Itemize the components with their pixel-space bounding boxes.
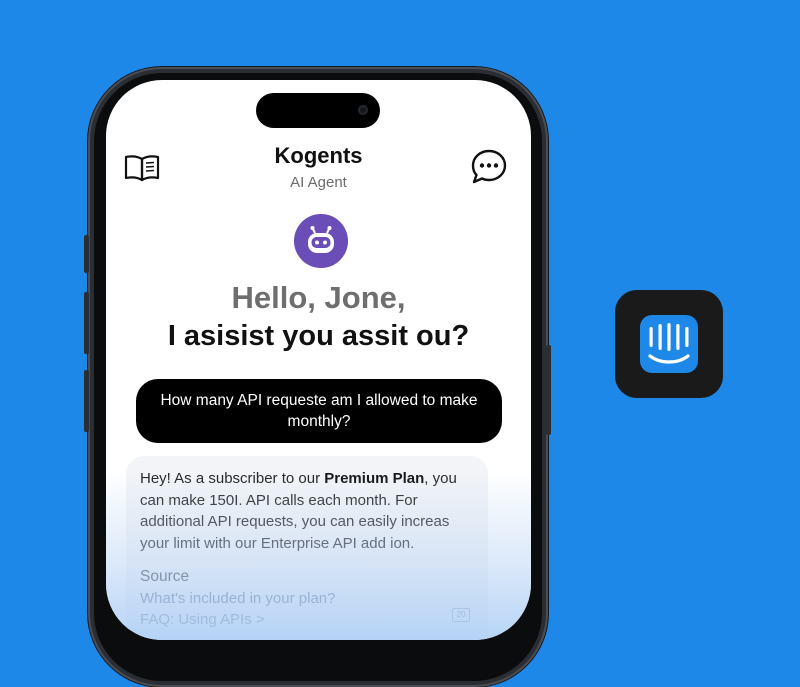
phone-side-button: [84, 235, 89, 273]
greeting-line-1: Hello, Jone,: [231, 280, 406, 315]
source-link-faq[interactable]: FAQ: Using APIs >: [140, 609, 474, 630]
phone-screen: Kogents AI Agent Hello, Jone, I asisist …: [106, 80, 531, 640]
greeting-line-2: I asisist you assit ou?: [167, 320, 470, 352]
app-icon-face: [640, 315, 698, 373]
reply-text-start: Hey! As a subscriber to our: [140, 470, 325, 487]
phone-power-button: [546, 345, 551, 435]
user-message-text: How many API requeste am I allowed to ma…: [160, 392, 478, 430]
agent-reply-card: Hey! As a subscriber to our Premium Plan…: [126, 456, 488, 640]
source-badge: 20: [452, 608, 470, 622]
smile-bars-icon: [648, 323, 690, 364]
phone-volume-up-button: [84, 292, 89, 354]
source-heading: Source: [140, 568, 190, 585]
robot-icon: [308, 226, 334, 253]
app-subtitle: AI Agent: [290, 174, 347, 191]
front-camera: [358, 105, 368, 115]
chat-bubble-icon[interactable]: [470, 148, 508, 191]
dynamic-island: [256, 93, 380, 128]
source-link-plan[interactable]: What's included in your plan?: [140, 588, 474, 609]
user-message-bubble: How many API requeste am I allowed to ma…: [136, 379, 502, 443]
app-title: Kogents: [274, 143, 363, 168]
intercom-app-icon[interactable]: [615, 290, 723, 398]
agent-reply-text: Hey! As a subscriber to our Premium Plan…: [140, 468, 474, 554]
agent-avatar: [294, 214, 348, 268]
reply-plan-name: Premium Plan: [324, 470, 425, 487]
phone-volume-down-button: [84, 370, 89, 432]
